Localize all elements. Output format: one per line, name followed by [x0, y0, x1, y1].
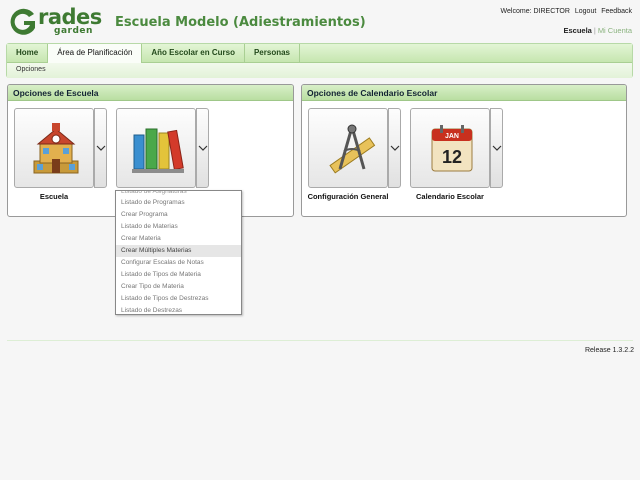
subnav-bar: Opciones [7, 63, 632, 78]
tab-home[interactable]: Home [7, 44, 49, 62]
panel-title: Opciones de Escuela [8, 85, 293, 101]
tab-current-school-year[interactable]: Año Escolar en Curso [142, 44, 245, 62]
school-name: Escuela Modelo (Adiestramientos) [115, 15, 366, 30]
school-calendar-tile-dropdown[interactable] [490, 108, 503, 188]
logo-text: rades [38, 5, 102, 29]
calendar-month: JAN [445, 133, 459, 140]
grades-garden-logo[interactable]: rades garden [8, 6, 108, 38]
subjects-tile-button[interactable] [116, 108, 196, 188]
tab-people[interactable]: Personas [245, 44, 300, 62]
dropdown-item[interactable]: Listado de Tipos de Materia [116, 269, 241, 281]
chevron-down-icon [492, 145, 502, 151]
release-version: Release 1.3.2.2 [584, 347, 634, 354]
dropdown-item[interactable]: Listado de Materias [116, 221, 241, 233]
school-tile-label: Escuela [39, 192, 69, 201]
calendar-options-panel: Opciones de Calendario Escolar Configura… [301, 84, 627, 217]
account-switcher: Escuela | Mi Cuenta [564, 26, 633, 35]
chevron-down-icon [96, 145, 106, 151]
books-icon [132, 128, 184, 173]
subnav-options-link[interactable]: Opciones [16, 66, 46, 73]
account-separator: | [593, 26, 596, 35]
calendar-icon: JAN 12 [431, 125, 473, 172]
chevron-down-icon [390, 145, 400, 151]
logo-subtext: garden [54, 26, 93, 36]
my-account-link[interactable]: Mi Cuenta [598, 26, 632, 35]
school-calendar-tile-button[interactable]: JAN 12 [410, 108, 490, 188]
main-navigation: Home Área de Planificación Año Escolar e… [6, 43, 633, 78]
general-config-tile-button[interactable] [308, 108, 388, 188]
chevron-down-icon [198, 145, 208, 151]
school-account-link[interactable]: Escuela [564, 26, 592, 35]
school-tile-button[interactable] [14, 108, 94, 188]
logo-g-icon [10, 8, 36, 35]
tab-planning-area[interactable]: Área de Planificación [48, 44, 143, 63]
dropdown-item[interactable]: Listado de Programas [116, 197, 241, 209]
subjects-tile-dropdown[interactable] [196, 108, 209, 188]
dropdown-item[interactable]: Listado de Destrezas [116, 305, 241, 317]
dropdown-item[interactable]: Crear Programa [116, 209, 241, 221]
school-building-icon [33, 123, 79, 174]
subjects-dropdown-menu: Listado de Asignaturas Listado de Progra… [115, 190, 242, 315]
dropdown-item[interactable]: Crear Múltiples Materias [116, 245, 241, 257]
footer-divider [7, 340, 633, 341]
general-config-tile-dropdown[interactable] [388, 108, 401, 188]
dropdown-item[interactable]: Listado de Tipos de Destrezas [116, 293, 241, 305]
top-links: Welcome: DIRECTOR Logout Feedback [498, 8, 632, 15]
logout-link[interactable]: Logout [575, 8, 596, 15]
feedback-link[interactable]: Feedback [601, 8, 632, 15]
calendar-day: 12 [442, 147, 462, 167]
nav-tabs: Home Área de Planificación Año Escolar e… [7, 44, 632, 63]
school-tile-dropdown[interactable] [94, 108, 107, 188]
dropdown-item[interactable]: Crear Tipo de Materia [116, 281, 241, 293]
dropdown-item[interactable]: Crear Materia [116, 233, 241, 245]
school-calendar-tile-label: Calendario Escolar [416, 192, 484, 201]
panel-title: Opciones de Calendario Escolar [302, 85, 626, 101]
welcome-text: Welcome: DIRECTOR [500, 8, 570, 15]
drafting-tools-icon [329, 124, 376, 174]
dropdown-item[interactable]: Configurar Escalas de Notas [116, 257, 241, 269]
